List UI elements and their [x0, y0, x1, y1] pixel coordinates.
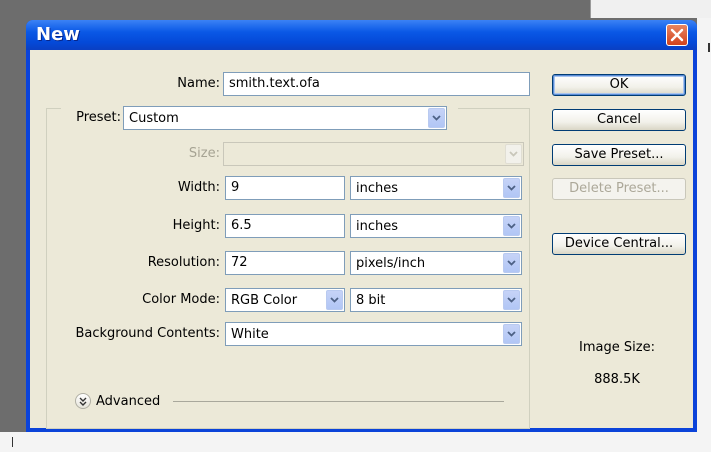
color-mode-value: RGB Color	[231, 293, 298, 308]
chevron-down-icon	[503, 324, 520, 344]
image-size-label: Image Size:	[579, 340, 655, 355]
background-contents-label: Background Contents:	[75, 326, 220, 341]
width-field[interactable]: 9	[225, 176, 345, 200]
resolution-label: Resolution:	[147, 255, 220, 270]
preset-dropdown[interactable]: Custom	[123, 106, 447, 130]
dialog-titlebar[interactable]: New	[26, 20, 697, 50]
chevron-down-icon	[428, 108, 445, 128]
device-central-button[interactable]: Device Central...	[552, 233, 686, 255]
height-field[interactable]: 6.5	[225, 214, 345, 238]
preset-group-border-bottom	[46, 428, 530, 429]
chevron-down-icon	[326, 290, 343, 310]
background-window-edge	[590, 0, 711, 18]
preset-group-border-left	[46, 108, 47, 429]
name-field[interactable]: smith.text.ofa	[223, 72, 530, 96]
chevron-down-icon	[503, 253, 520, 273]
background-window-bottom	[0, 432, 697, 452]
resolution-unit-dropdown[interactable]: pixels/inch	[350, 251, 522, 275]
color-mode-dropdown[interactable]: RGB Color	[225, 288, 345, 312]
width-unit-dropdown[interactable]: inches	[350, 176, 522, 200]
background-window-right	[697, 18, 711, 452]
preset-group-border-right	[529, 108, 530, 429]
chevron-down-icon	[503, 290, 520, 310]
size-label: Size:	[188, 146, 220, 161]
bit-depth-dropdown[interactable]: 8 bit	[350, 288, 522, 312]
advanced-label[interactable]: Advanced	[96, 394, 176, 410]
background-contents-dropdown[interactable]: White	[225, 322, 522, 346]
advanced-toggle[interactable]	[75, 393, 91, 409]
bit-depth-value: 8 bit	[356, 293, 386, 308]
delete-preset-button[interactable]: Delete Preset...	[552, 178, 686, 200]
chevron-down-icon	[505, 144, 522, 164]
dialog-title: New	[36, 24, 80, 45]
chevron-down-icon	[503, 216, 520, 236]
height-unit-value: inches	[356, 219, 399, 234]
width-unit-value: inches	[356, 181, 399, 196]
close-button[interactable]	[666, 24, 688, 46]
preset-label: Preset:	[76, 110, 121, 125]
preset-value: Custom	[129, 111, 179, 126]
background-contents-value: White	[231, 327, 269, 342]
new-document-dialog: New Name: smith.text.ofa Preset: Custom …	[26, 20, 697, 432]
background-mark	[708, 43, 710, 52]
size-dropdown[interactable]	[223, 142, 524, 166]
color-mode-label: Color Mode:	[142, 292, 220, 307]
ok-button[interactable]: OK	[552, 74, 686, 96]
preset-group-border-top	[46, 108, 61, 109]
height-label: Height:	[172, 218, 220, 233]
image-size-value: 888.5K	[594, 372, 640, 387]
width-label: Width:	[177, 180, 220, 195]
advanced-separator	[173, 401, 504, 402]
background-mark	[12, 437, 13, 447]
preset-group-border-top	[458, 108, 530, 109]
cancel-button[interactable]: Cancel	[552, 109, 686, 131]
close-icon	[670, 28, 684, 42]
name-label: Name:	[177, 76, 220, 91]
height-unit-dropdown[interactable]: inches	[350, 214, 522, 238]
double-chevron-down-icon	[79, 397, 87, 406]
save-preset-button[interactable]: Save Preset...	[552, 144, 686, 166]
chevron-down-icon	[503, 178, 520, 198]
resolution-field[interactable]: 72	[225, 251, 345, 275]
dialog-body: Name: smith.text.ofa Preset: Custom Size…	[30, 50, 693, 429]
resolution-unit-value: pixels/inch	[356, 256, 426, 271]
